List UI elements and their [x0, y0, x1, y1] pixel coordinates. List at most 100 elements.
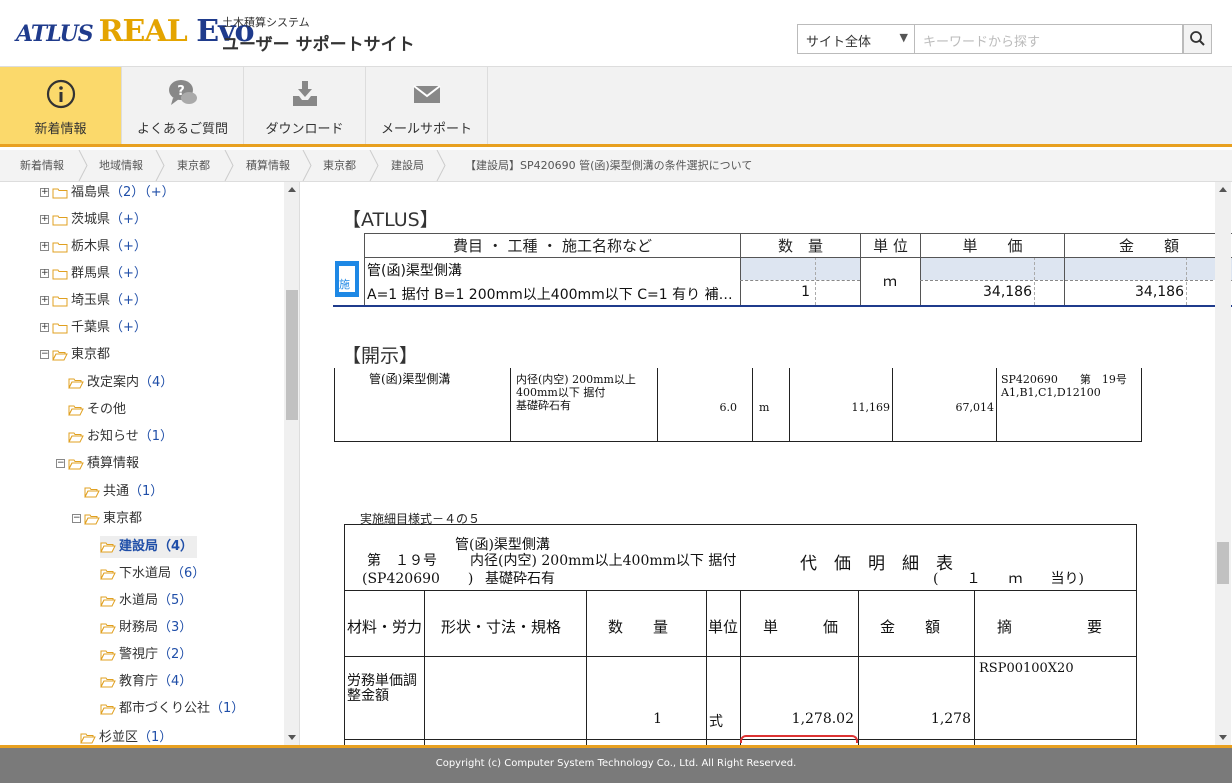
search-scope-select[interactable]: サイト全体 ▼: [797, 24, 915, 54]
detail-title-per: ( １ ｍ 当り): [933, 571, 1084, 587]
breadcrumb-item[interactable]: 地域情報: [99, 150, 143, 181]
tree-item-tokyo[interactable]: − 東京都: [40, 344, 110, 366]
tree-item-tokyo-sub[interactable]: − 東京都: [72, 508, 142, 530]
kaiji-spec-3: 基礎砕石有: [516, 399, 571, 412]
tree-item-sonota[interactable]: その他: [68, 399, 126, 421]
folder-open-icon: [84, 514, 100, 524]
col-header: 単 価: [920, 233, 1064, 257]
detail-table: 管(函)渠型側溝 第 １９号 内径(内空) 200mm以上400mm以下 据付 …: [344, 524, 1137, 745]
detail-row-name-2: 整金額: [347, 688, 389, 704]
tree-item-sekisan[interactable]: − 積算情報: [56, 453, 139, 475]
detail-title-no: 第 １９号: [367, 553, 437, 569]
folder-icon: [52, 188, 68, 198]
expand-icon[interactable]: +: [40, 296, 49, 305]
sidebar-scroll-thumb[interactable]: [286, 290, 298, 420]
kaiji-section-title: 【開示】: [342, 345, 419, 367]
content-scroll-thumb[interactable]: [1217, 542, 1229, 584]
faq-icon: ?: [169, 80, 197, 105]
col-header: 数 量: [740, 233, 860, 257]
tree-item-kensetsu[interactable]: 建設局（4）: [100, 536, 198, 558]
tree-item-kyoiku[interactable]: 教育庁（4）: [100, 671, 192, 693]
detail-title-label: 代 価 明 細 表: [800, 554, 953, 574]
tree-item-keishi[interactable]: 警視庁（2）: [100, 644, 192, 666]
breadcrumb-item[interactable]: 建設局: [391, 150, 424, 181]
expand-icon[interactable]: +: [40, 188, 49, 197]
detail-row-amount: 1,278: [930, 711, 971, 727]
tree-item-gunma[interactable]: + 群馬県（+）: [40, 263, 147, 285]
tree-item-gesuido[interactable]: 下水道局（6）: [100, 563, 205, 585]
tree-item-suginami[interactable]: 杉並区（1）: [80, 727, 172, 745]
detail-title-code: (SP420690 ): [362, 571, 474, 587]
scroll-down-icon[interactable]: [284, 729, 300, 745]
detail-row-quantity: 1: [653, 711, 662, 727]
tree-item-zaimu[interactable]: 財務局（3）: [100, 617, 192, 639]
col-header: 単 位: [860, 233, 920, 257]
chevron-right-icon: [436, 150, 446, 181]
col-header: 金 額: [1064, 233, 1232, 257]
mail-icon: [413, 85, 441, 103]
folder-icon: [52, 269, 68, 279]
tree-item-kyotsu[interactable]: 共通（1）: [84, 481, 163, 503]
sidebar-scrollbar[interactable]: [284, 182, 300, 745]
tree-item-toshi[interactable]: 都市づくり公社（1）: [100, 698, 244, 720]
chevron-down-icon: ▼: [899, 31, 908, 44]
detail-row-unit: 式: [709, 714, 723, 730]
detail-col-header: 単位: [708, 618, 739, 636]
collapse-icon[interactable]: −: [72, 514, 81, 523]
site-header: ATLUS REAL Evo 土木積算システム ユーザー サポートサイト サイト全…: [0, 0, 1232, 67]
tree-item-tochigi[interactable]: + 栃木県（+）: [40, 236, 147, 258]
detail-col-header: 単 価: [763, 618, 839, 636]
main-nav: 新着情報 ? よくあるご質問 ダウンロード メールサポート: [0, 67, 1232, 147]
sidebar-tree: + 福島県（2）（+） + 茨城県（+） + 栃木県（+） + 群馬県（+） + 埼玉県（…: [0, 182, 300, 745]
nav-news[interactable]: 新着情報: [0, 67, 122, 144]
folder-open-icon: [68, 405, 84, 415]
collapse-icon[interactable]: −: [56, 459, 65, 468]
tree-item-kaitei[interactable]: 改定案内（4）: [68, 372, 173, 394]
chevron-right-icon: [302, 150, 312, 181]
breadcrumb-item[interactable]: 積算情報: [246, 150, 290, 181]
search-scope-value: サイト全体: [806, 35, 872, 50]
nav-mail[interactable]: メールサポート: [366, 67, 488, 144]
kaiji-remark-1: SP420690 第 19号: [1001, 373, 1127, 386]
kaiji-quantity: 6.0: [719, 401, 738, 414]
folder-open-icon: [100, 677, 116, 687]
nav-news-label: 新着情報: [34, 122, 87, 137]
kaiji-unit-price: 11,169: [851, 401, 891, 414]
search-input[interactable]: キーワードから探す: [915, 24, 1183, 54]
logo[interactable]: ATLUS REAL Evo: [16, 14, 255, 49]
breadcrumb-item[interactable]: 東京都: [323, 150, 356, 181]
tree-item-chiba[interactable]: + 千葉県（+）: [40, 317, 147, 339]
tree-item-ibaraki[interactable]: + 茨城県（+）: [40, 209, 147, 231]
construction-item-icon[interactable]: 施: [335, 261, 359, 297]
expand-icon[interactable]: +: [40, 323, 49, 332]
collapse-icon[interactable]: −: [40, 350, 49, 359]
breadcrumb-item[interactable]: 新着情報: [20, 150, 64, 181]
content-scrollbar[interactable]: [1215, 182, 1231, 745]
logo-real: REAL: [98, 14, 188, 49]
detail-col-header: 摘 要: [997, 618, 1103, 636]
chevron-right-icon: [78, 150, 88, 181]
expand-icon[interactable]: +: [40, 215, 49, 224]
folder-icon: [52, 242, 68, 252]
tree-item-saitama[interactable]: + 埼玉県（+）: [40, 290, 147, 312]
folder-open-icon: [100, 596, 116, 606]
atlus-item-detail: A=1 据付 B=1 200mm以上400mm以下 C=1 有り 補…: [367, 287, 733, 303]
tree-item-suido[interactable]: 水道局（5）: [100, 590, 192, 612]
search-button[interactable]: [1183, 24, 1212, 54]
folder-icon: [52, 215, 68, 225]
scroll-down-icon[interactable]: [1215, 729, 1231, 745]
nav-faq[interactable]: ? よくあるご質問: [122, 67, 244, 144]
atlus-unit: ｍ: [883, 274, 897, 290]
tree-item-oshirase[interactable]: お知らせ（1）: [68, 426, 173, 448]
nav-download[interactable]: ダウンロード: [244, 67, 366, 144]
atlus-section-title: 【ATLUS】: [342, 209, 439, 231]
expand-icon[interactable]: +: [40, 242, 49, 251]
nav-faq-label: よくあるご質問: [136, 122, 228, 137]
tree-item-fukushima[interactable]: + 福島県（2）（+）: [40, 182, 175, 204]
expand-icon[interactable]: +: [40, 269, 49, 278]
cell-bg: [740, 258, 860, 280]
folder-open-icon: [100, 569, 116, 579]
breadcrumb-item[interactable]: 東京都: [177, 150, 210, 181]
scroll-up-icon[interactable]: [1215, 182, 1231, 198]
scroll-up-icon[interactable]: [284, 182, 300, 198]
